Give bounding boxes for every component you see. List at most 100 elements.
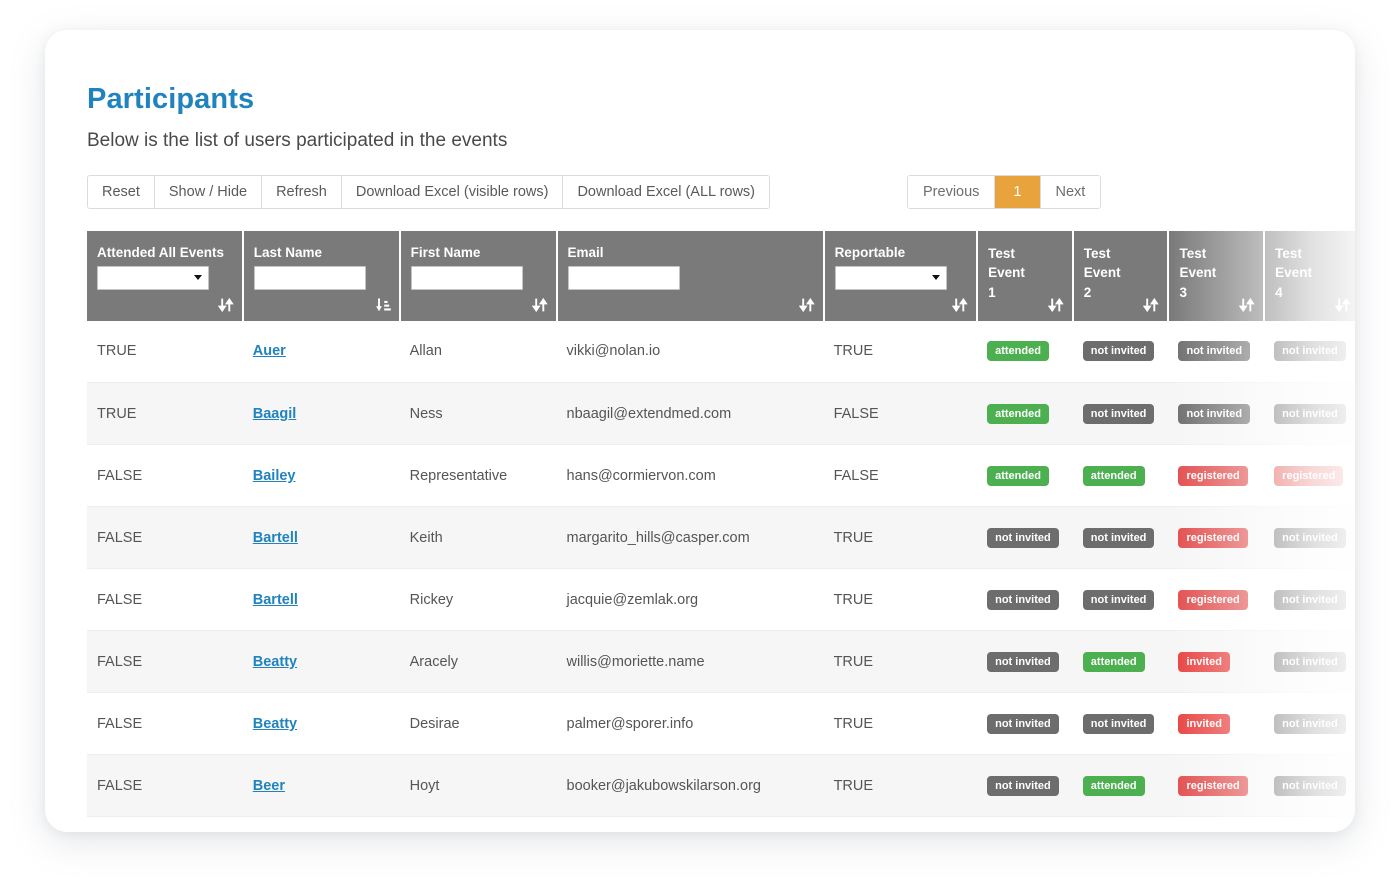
cell-reportable: TRUE bbox=[824, 507, 978, 569]
status-badge: not invited bbox=[1178, 404, 1250, 424]
column-header-test-event-1[interactable]: TestEvent1 bbox=[977, 231, 1073, 321]
card-content: Participants Below is the list of users … bbox=[87, 84, 1355, 832]
filter-input-last-name[interactable] bbox=[254, 266, 366, 290]
sort-toggle-icon[interactable] bbox=[1239, 297, 1255, 313]
pagination-previous-button[interactable]: Previous bbox=[908, 176, 995, 208]
cell-first-name: Aracely bbox=[400, 631, 557, 693]
status-badge: not invited bbox=[1083, 341, 1155, 361]
sort-toggle-icon[interactable] bbox=[1335, 297, 1351, 313]
filter-select-reportable[interactable] bbox=[835, 266, 947, 290]
status-badge: attended bbox=[987, 404, 1049, 424]
cell-first-name: Keith bbox=[400, 507, 557, 569]
sort-toggle-icon[interactable] bbox=[799, 297, 815, 313]
cell-email: booker@jakubowskilarson.org bbox=[557, 755, 824, 817]
status-badge: invited bbox=[1178, 652, 1229, 672]
filter-input-email[interactable] bbox=[568, 266, 680, 290]
cell-test-event-4: registered bbox=[1264, 445, 1355, 507]
status-badge: not invited bbox=[1274, 528, 1346, 548]
sort-ascending-icon[interactable] bbox=[375, 297, 391, 313]
status-badge: registered bbox=[1178, 776, 1247, 796]
column-header-email[interactable]: Email bbox=[557, 231, 824, 321]
column-header-label: TestEvent4 bbox=[1275, 244, 1349, 303]
cell-first-name: Desirae bbox=[400, 693, 557, 755]
sort-toggle-icon[interactable] bbox=[218, 297, 234, 313]
status-badge: attended bbox=[1083, 466, 1145, 486]
participant-link[interactable]: Beatty bbox=[253, 716, 297, 732]
cell-test-event-4: not invited bbox=[1264, 693, 1355, 755]
cell-email: vikki@nolan.io bbox=[557, 321, 824, 383]
participant-link[interactable]: Bailey bbox=[253, 468, 296, 484]
cell-email: nbaagil@extendmed.com bbox=[557, 383, 824, 445]
cell-reportable: FALSE bbox=[824, 383, 978, 445]
sort-toggle-icon[interactable] bbox=[532, 297, 548, 313]
cell-first-name: Ness bbox=[400, 383, 557, 445]
cell-last-name: Beer bbox=[243, 755, 400, 817]
cell-attended-all-events: FALSE bbox=[87, 507, 243, 569]
cell-first-name: Representative bbox=[400, 445, 557, 507]
status-badge: not invited bbox=[1274, 714, 1346, 734]
table-row: FALSEBeerHoytbooker@jakubowskilarson.org… bbox=[87, 755, 1355, 817]
participant-link[interactable]: Auer bbox=[253, 343, 286, 359]
toolbar-button-group: ResetShow / HideRefreshDownload Excel (v… bbox=[87, 175, 770, 209]
refresh-button[interactable]: Refresh bbox=[262, 176, 342, 208]
column-header-label: Email bbox=[568, 244, 813, 262]
cell-attended-all-events: FALSE bbox=[87, 569, 243, 631]
status-badge: not invited bbox=[987, 714, 1059, 734]
column-header-first-name[interactable]: First Name bbox=[400, 231, 557, 321]
show-hide-button[interactable]: Show / Hide bbox=[155, 176, 262, 208]
sort-toggle-icon[interactable] bbox=[952, 297, 968, 313]
download-excel-visible-button[interactable]: Download Excel (visible rows) bbox=[342, 176, 564, 208]
table-scroll-region[interactable]: Attended All Events Last Name First Name Em… bbox=[87, 231, 1355, 818]
filter-input-first-name[interactable] bbox=[411, 266, 523, 290]
cell-test-event-1: not invited bbox=[977, 755, 1073, 817]
status-badge: registered bbox=[1178, 590, 1247, 610]
status-badge: not invited bbox=[987, 590, 1059, 610]
cell-test-event-1: attended bbox=[977, 321, 1073, 383]
column-header-test-event-3[interactable]: TestEvent3 bbox=[1168, 231, 1264, 321]
status-badge: attended bbox=[987, 341, 1049, 361]
pagination-page-1-button[interactable]: 1 bbox=[995, 176, 1040, 208]
sort-toggle-icon[interactable] bbox=[1048, 297, 1064, 313]
participant-link[interactable]: Beatty bbox=[253, 654, 297, 670]
participant-link[interactable]: Bartell bbox=[253, 530, 298, 546]
sort-toggle-icon[interactable] bbox=[1143, 297, 1159, 313]
column-header-test-event-2[interactable]: TestEvent2 bbox=[1073, 231, 1169, 321]
status-badge: not invited bbox=[1274, 776, 1346, 796]
cell-test-event-2: not invited bbox=[1073, 321, 1169, 383]
cell-test-event-4: not invited bbox=[1264, 569, 1355, 631]
filter-select-attended-all-events[interactable] bbox=[97, 266, 209, 290]
column-header-reportable[interactable]: Reportable bbox=[824, 231, 978, 321]
status-badge: registered bbox=[1274, 466, 1343, 486]
status-badge: not invited bbox=[1274, 341, 1346, 361]
cell-email: jacquie@zemlak.org bbox=[557, 569, 824, 631]
column-header-test-event-4[interactable]: TestEvent4 bbox=[1264, 231, 1355, 321]
download-excel-all-button[interactable]: Download Excel (ALL rows) bbox=[563, 176, 769, 208]
cell-first-name: Hoyt bbox=[400, 755, 557, 817]
filter-select-wrapper bbox=[97, 266, 209, 290]
page-title: Participants bbox=[87, 84, 1355, 116]
participant-link[interactable]: Baagil bbox=[253, 406, 297, 422]
status-badge: registered bbox=[1178, 466, 1247, 486]
cell-reportable: FALSE bbox=[824, 445, 978, 507]
status-badge: registered bbox=[1178, 528, 1247, 548]
table-row: FALSEBartellRickeyjacquie@zemlak.orgTRUE… bbox=[87, 569, 1355, 631]
status-badge: not invited bbox=[987, 652, 1059, 672]
cell-test-event-1: not invited bbox=[977, 631, 1073, 693]
cell-test-event-2: not invited bbox=[1073, 569, 1169, 631]
status-badge: not invited bbox=[1274, 404, 1346, 424]
cell-email: hans@cormiervon.com bbox=[557, 445, 824, 507]
column-header-last-name[interactable]: Last Name bbox=[243, 231, 400, 321]
reset-button[interactable]: Reset bbox=[88, 176, 155, 208]
cell-test-event-2: attended bbox=[1073, 631, 1169, 693]
cell-test-event-2: attended bbox=[1073, 755, 1169, 817]
column-header-label: Last Name bbox=[254, 244, 389, 262]
column-header-attended-all-events[interactable]: Attended All Events bbox=[87, 231, 243, 321]
status-badge: not invited bbox=[1083, 714, 1155, 734]
cell-reportable: TRUE bbox=[824, 755, 978, 817]
participant-link[interactable]: Beer bbox=[253, 778, 285, 794]
pagination-next-button[interactable]: Next bbox=[1041, 176, 1101, 208]
participant-link[interactable]: Bartell bbox=[253, 592, 298, 608]
cell-attended-all-events: TRUE bbox=[87, 383, 243, 445]
table-header-row: Attended All Events Last Name First Name Em… bbox=[87, 231, 1355, 321]
cell-test-event-1: not invited bbox=[977, 569, 1073, 631]
